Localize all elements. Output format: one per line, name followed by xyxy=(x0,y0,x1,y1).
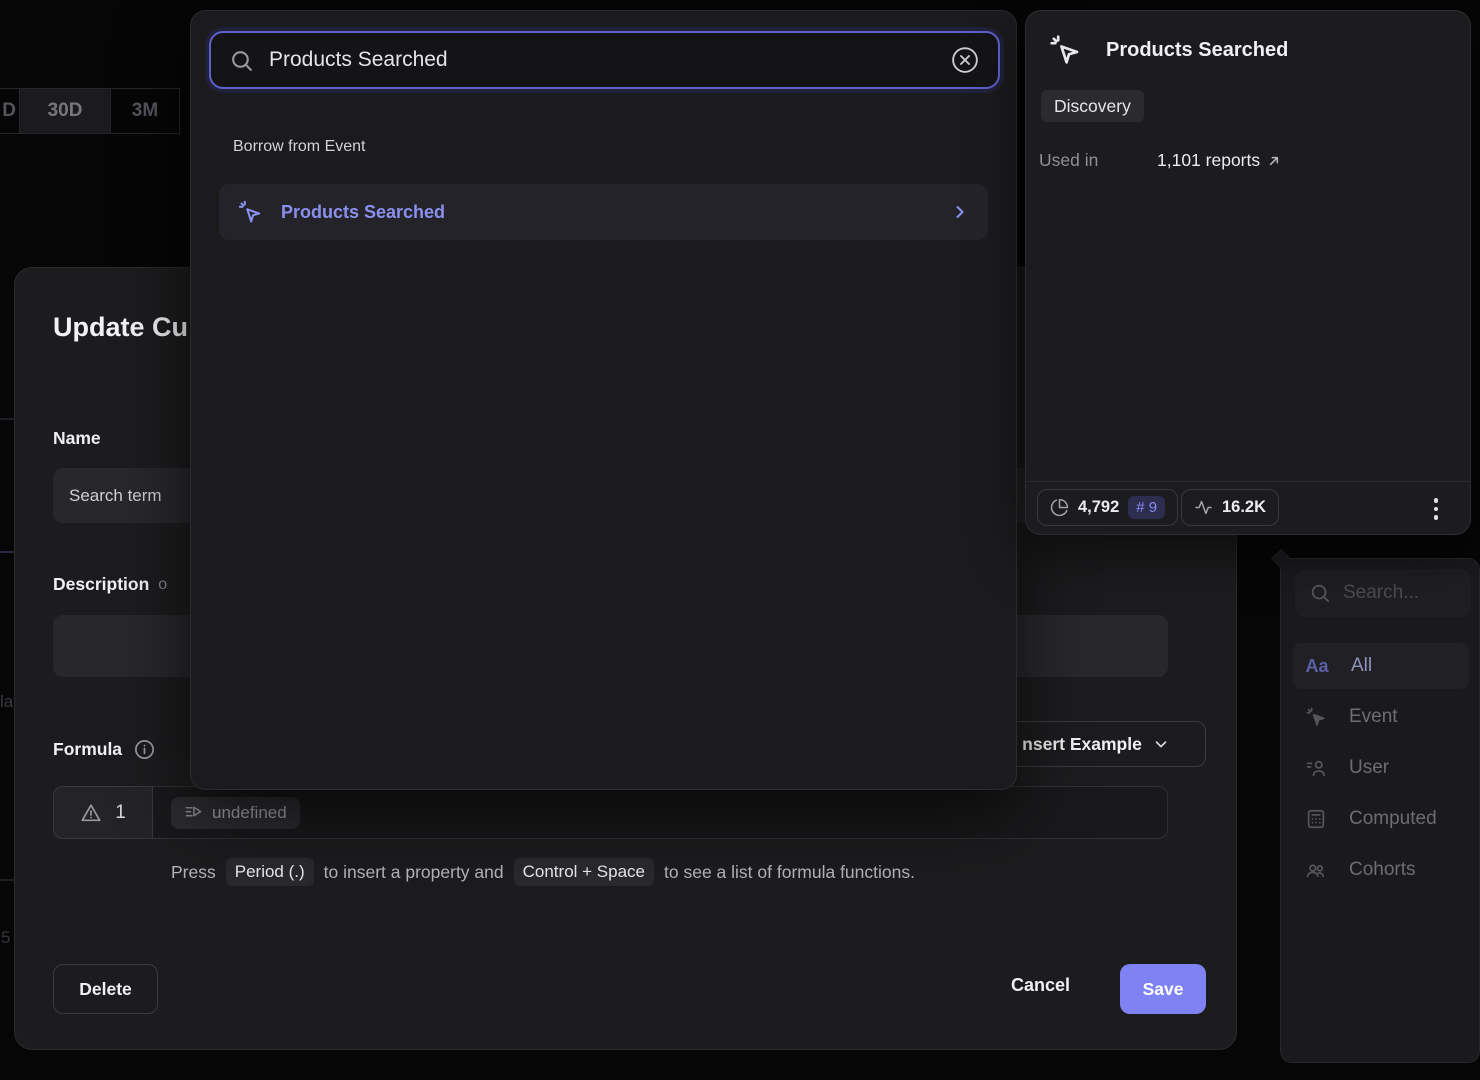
time-range-selector: D 30D 3M xyxy=(0,88,180,134)
volume-count: 16.2K xyxy=(1222,498,1266,517)
hint-text: Press xyxy=(171,862,216,883)
event-property-icon xyxy=(184,803,203,822)
event-count-pill[interactable]: 4,792 # 9 xyxy=(1037,489,1178,526)
panel-item-computed[interactable]: Computed xyxy=(1293,796,1469,842)
property-search-modal: Borrow from Event Products Searched xyxy=(190,10,1017,790)
chevron-down-icon xyxy=(1152,735,1170,753)
description-label: Description o xyxy=(53,574,167,595)
category-badge: Discovery xyxy=(1041,90,1144,122)
calculator-icon xyxy=(1305,808,1327,830)
insert-example-button[interactable]: nsert Example xyxy=(986,721,1206,767)
panel-item-label: All xyxy=(1351,655,1372,677)
formula-label-text: Formula xyxy=(53,739,122,760)
formula-editor-row: 1 undefined xyxy=(53,786,1168,839)
formula-hint: Press Period (.) to insert a property an… xyxy=(171,858,915,886)
volume-pill[interactable]: 16.2K xyxy=(1181,489,1279,526)
panel-item-all[interactable]: Aa All xyxy=(1293,643,1469,689)
event-result-label: Products Searched xyxy=(281,202,932,223)
formula-gutter: 1 xyxy=(53,786,153,839)
save-button[interactable]: Save xyxy=(1120,964,1206,1014)
formula-property-label: undefined xyxy=(212,803,287,823)
search-icon xyxy=(1309,582,1331,604)
axis-label-fragment: 5 xyxy=(1,928,10,948)
time-range-30d[interactable]: 30D xyxy=(19,88,111,134)
card-footer-divider xyxy=(1026,481,1470,482)
panel-caret xyxy=(1271,549,1291,569)
cohorts-icon xyxy=(1305,859,1327,881)
panel-item-label: Computed xyxy=(1349,808,1437,830)
description-optional-fragment: o xyxy=(158,576,167,594)
search-field[interactable] xyxy=(209,31,1000,89)
formula-line-number: 1 xyxy=(115,802,126,824)
search-input[interactable] xyxy=(269,48,935,72)
info-icon[interactable] xyxy=(133,738,156,761)
text-type-icon: Aa xyxy=(1305,656,1329,677)
card-title: Products Searched xyxy=(1106,39,1288,62)
panel-item-label: Cohorts xyxy=(1349,859,1416,881)
panel-item-label: Event xyxy=(1349,706,1398,728)
rank-badge: # 9 xyxy=(1128,496,1165,519)
name-label: Name xyxy=(53,428,101,449)
app-screen: D 30D 3M lay 5 Update Cu Name Descriptio… xyxy=(0,0,1480,1080)
time-range-7d[interactable]: D xyxy=(0,88,20,134)
event-detail-card: Products Searched Discovery Used in 1,10… xyxy=(1025,10,1471,535)
cursor-click-icon xyxy=(1048,33,1082,67)
event-result-row[interactable]: Products Searched xyxy=(219,184,988,240)
user-icon xyxy=(1305,757,1327,779)
warning-icon xyxy=(80,802,102,824)
formula-input[interactable]: undefined xyxy=(153,786,1168,839)
more-options-button[interactable] xyxy=(1422,495,1450,523)
section-label: Borrow from Event xyxy=(233,138,365,156)
time-range-3m[interactable]: 3M xyxy=(110,88,180,134)
kbd-control-space: Control + Space xyxy=(514,858,654,886)
delete-button[interactable]: Delete xyxy=(53,964,158,1014)
panel-item-user[interactable]: User xyxy=(1293,745,1469,791)
used-in-reports-link[interactable]: 1,101 reports xyxy=(1157,150,1282,171)
formula-label: Formula xyxy=(53,738,156,761)
used-in-value: 1,101 reports xyxy=(1157,150,1260,171)
property-type-panel: Aa All Event User xyxy=(1280,558,1480,1063)
insert-example-label: nsert Example xyxy=(1022,734,1142,755)
search-icon xyxy=(229,48,254,73)
formula-property-chip[interactable]: undefined xyxy=(171,797,300,829)
panel-item-label: User xyxy=(1349,757,1389,779)
card-header: Products Searched xyxy=(1048,33,1288,67)
used-in-label: Used in xyxy=(1039,150,1098,171)
panel-item-cohorts[interactable]: Cohorts xyxy=(1293,847,1469,893)
hint-text: to see a list of formula functions. xyxy=(664,862,915,883)
cursor-click-icon xyxy=(1305,706,1327,728)
panel-search[interactable] xyxy=(1295,569,1471,617)
kbd-period: Period (.) xyxy=(226,858,314,886)
panel-search-input[interactable] xyxy=(1343,582,1457,604)
cursor-click-icon xyxy=(237,199,263,225)
cancel-button[interactable]: Cancel xyxy=(1011,975,1070,996)
event-count: 4,792 xyxy=(1078,498,1119,517)
pie-chart-icon xyxy=(1050,498,1069,517)
hint-text: to insert a property and xyxy=(324,862,504,883)
chevron-right-icon xyxy=(950,202,970,222)
activity-icon xyxy=(1194,498,1213,517)
panel-item-event[interactable]: Event xyxy=(1293,694,1469,740)
external-link-icon xyxy=(1266,153,1282,169)
modal-title: Update Cu xyxy=(53,312,188,343)
description-label-text: Description xyxy=(53,574,149,595)
clear-search-button[interactable] xyxy=(950,45,980,75)
